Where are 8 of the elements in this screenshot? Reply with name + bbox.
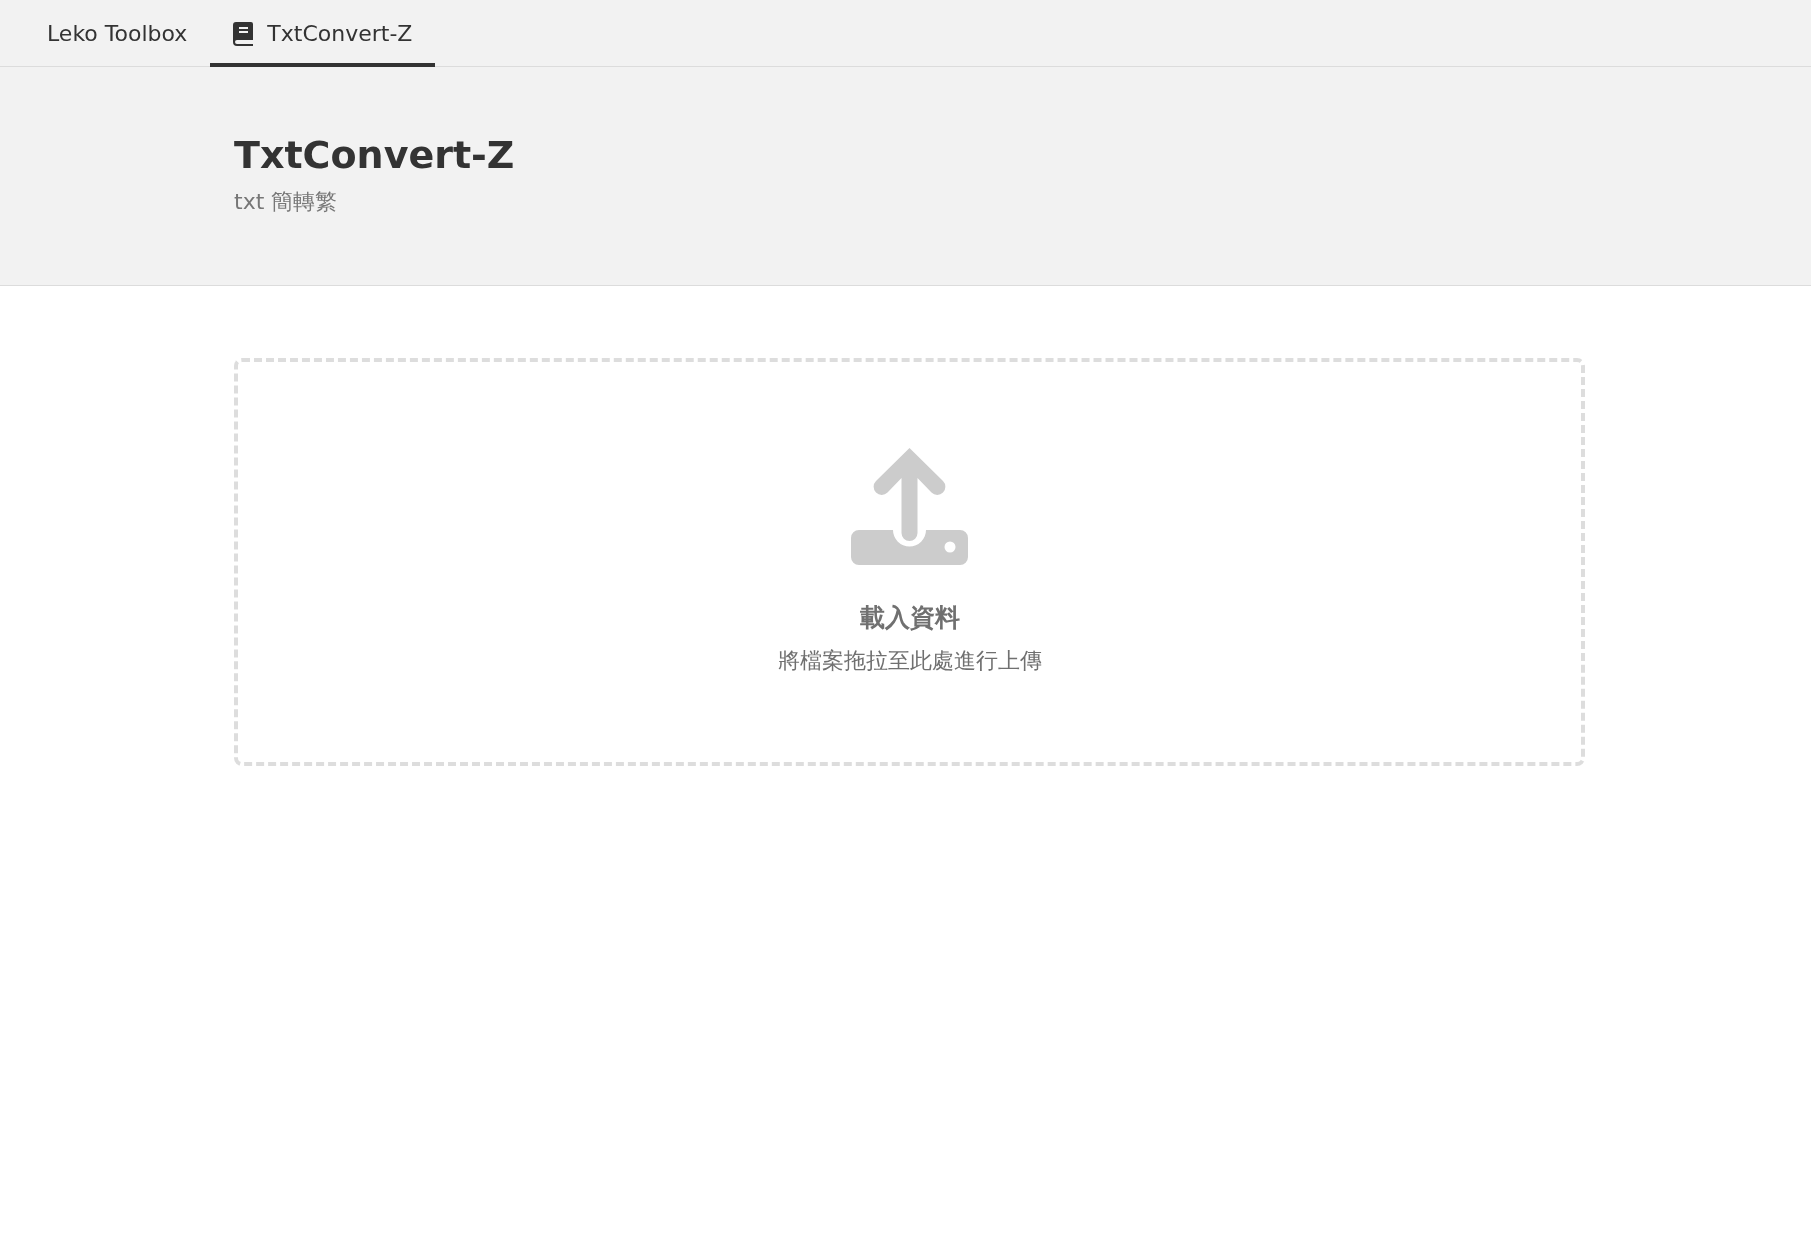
book-icon [233, 21, 254, 46]
drop-zone-title: 載入資料 [859, 602, 960, 634]
upload-icon [851, 448, 968, 565]
tab[interactable]: Leko Toolbox [24, 0, 211, 67]
page-title: TxtConvert-Z [234, 133, 515, 177]
drop-zone-hint: 將檔案拖拉至此處進行上傳 [777, 647, 1042, 675]
page-subtitle: txt 簡轉繁 [234, 188, 338, 216]
file-drop-zone[interactable]: 載入資料 將檔案拖拉至此處進行上傳 [234, 358, 1585, 766]
